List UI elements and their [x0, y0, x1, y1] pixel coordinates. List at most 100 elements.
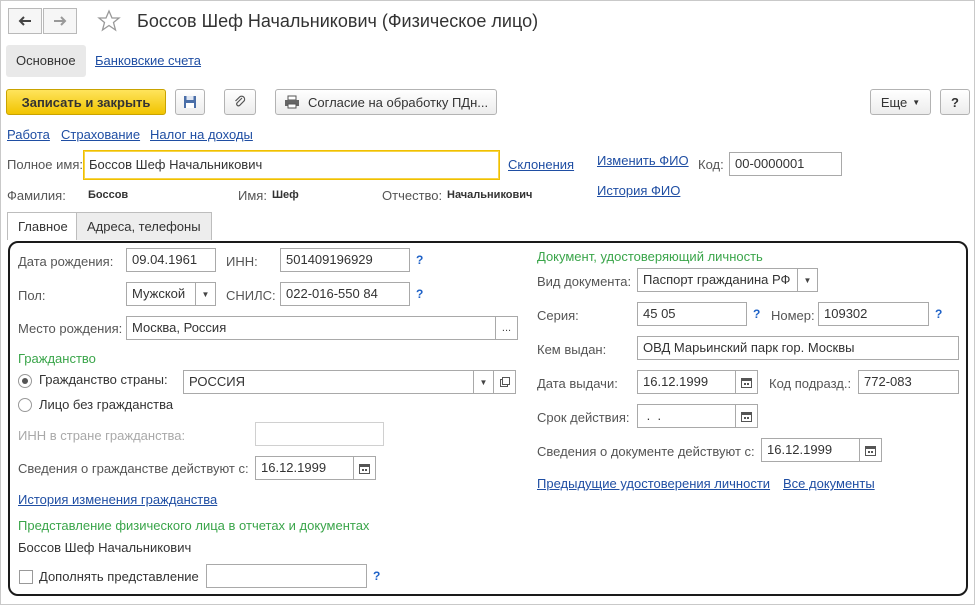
birth-date-input[interactable]: 09.04.1961 — [126, 248, 216, 272]
dept-code-input[interactable]: 772-083 — [858, 370, 959, 394]
doc-since-calendar-button[interactable] — [860, 438, 882, 462]
consent-pd-label: Согласие на обработку ПДн... — [308, 94, 489, 110]
snils-help-icon[interactable]: ? — [416, 287, 423, 301]
inn-label: ИНН: — [226, 254, 258, 269]
more-label: Еще — [880, 94, 908, 110]
issue-date-calendar-button[interactable] — [736, 370, 758, 394]
issued-by-input[interactable]: ОВД Марьинский парк гор. Москвы — [637, 336, 959, 360]
series-input[interactable]: 45 05 — [637, 302, 747, 326]
more-button[interactable]: Еще ▼ — [870, 89, 931, 115]
name-label: Имя: — [238, 188, 267, 203]
citizenship-since-input[interactable]: 16.12.1999 — [255, 456, 354, 480]
calendar-icon — [865, 445, 876, 456]
link-income-tax[interactable]: Налог на доходы — [150, 127, 253, 142]
consent-pd-button[interactable]: Согласие на обработку ПДн... — [275, 89, 497, 115]
back-button[interactable] — [8, 8, 42, 34]
all-documents-link[interactable]: Все документы — [783, 476, 875, 491]
number-help-icon[interactable]: ? — [935, 307, 942, 321]
code-label: Код: — [698, 157, 724, 172]
gender-label: Пол: — [18, 288, 46, 303]
tab-addresses-phones[interactable]: Адреса, телефоны — [76, 212, 212, 240]
code-input[interactable]: 00-0000001 — [729, 152, 842, 176]
supplement-representation-input[interactable] — [206, 564, 367, 588]
stateless-label: Лицо без гражданства — [39, 397, 174, 412]
inn-input[interactable]: 501409196929 — [280, 248, 410, 272]
issue-date-label: Дата выдачи: — [537, 376, 618, 391]
doc-type-select[interactable]: Паспорт гражданина РФ — [637, 268, 798, 292]
birthplace-label: Место рождения: — [18, 321, 123, 336]
issued-by-label: Кем выдан: — [537, 342, 607, 357]
doc-type-dropdown-button[interactable]: ▼ — [798, 268, 818, 292]
gender-select[interactable]: Мужской — [126, 282, 196, 306]
chevron-down-icon: ▼ — [803, 275, 812, 285]
number-input[interactable]: 109302 — [818, 302, 929, 326]
citizenship-history-link[interactable]: История изменения гражданства — [18, 492, 217, 507]
paperclip-icon — [235, 95, 246, 107]
gender-dropdown-button[interactable]: ▼ — [196, 282, 216, 306]
valid-until-calendar-button[interactable] — [736, 404, 758, 428]
inn-country-label: ИНН в стране гражданства: — [18, 428, 186, 443]
birth-date-label: Дата рождения: — [18, 254, 114, 269]
valid-until-input[interactable]: . . — [637, 404, 736, 428]
chevron-down-icon: ▼ — [201, 289, 210, 299]
nav-tab-main[interactable]: Основное — [6, 45, 86, 77]
save-and-close-button[interactable]: Записать и закрыть — [6, 89, 166, 115]
surname-label: Фамилия: — [7, 188, 66, 203]
fullname-input[interactable]: Боссов Шеф Начальникович — [83, 150, 500, 180]
favorite-star-icon[interactable] — [97, 9, 121, 36]
snils-input[interactable]: 022-016-550 84 — [280, 282, 410, 306]
doc-since-label: Сведения о документе действуют с: — [537, 444, 755, 459]
supplement-representation-label: Дополнять представление — [39, 569, 199, 584]
doc-type-label: Вид документа: — [537, 274, 632, 289]
change-fio-link[interactable]: Изменить ФИО — [597, 153, 689, 168]
forward-button[interactable] — [43, 8, 77, 34]
series-help-icon[interactable]: ? — [753, 307, 760, 321]
patronymic-label: Отчество: — [382, 188, 443, 203]
document-section-title: Документ, удостоверяющий личность — [537, 249, 763, 264]
inn-country-input — [255, 422, 384, 446]
citizenship-section-title: Гражданство — [18, 351, 96, 366]
birthplace-select-button[interactable]: ... — [496, 316, 518, 340]
save-button[interactable] — [175, 89, 205, 115]
chevron-down-icon: ▼ — [912, 97, 921, 107]
declensions-link[interactable]: Склонения — [508, 157, 574, 172]
snils-label: СНИЛС: — [226, 288, 276, 303]
supplement-help-icon[interactable]: ? — [373, 569, 380, 583]
supplement-representation-checkbox[interactable] — [19, 570, 33, 584]
stateless-radio[interactable] — [18, 398, 32, 412]
dept-code-label: Код подразд.: — [769, 376, 852, 391]
fullname-label: Полное имя: — [7, 157, 83, 172]
inn-help-icon[interactable]: ? — [416, 253, 423, 267]
country-open-button[interactable] — [494, 370, 516, 394]
country-dropdown-button[interactable]: ▼ — [474, 370, 494, 394]
valid-until-label: Срок действия: — [537, 410, 630, 425]
representation-value: Боссов Шеф Начальникович — [18, 540, 192, 555]
calendar-icon — [741, 411, 752, 422]
calendar-icon — [359, 463, 370, 474]
citizenship-country-input[interactable]: РОССИЯ — [183, 370, 474, 394]
nav-link-bank-accounts[interactable]: Банковские счета — [95, 53, 201, 68]
name-value: Шеф — [272, 189, 299, 201]
arrow-right-icon — [54, 16, 67, 26]
window-title: Боссов Шеф Начальникович (Физическое лиц… — [137, 11, 539, 31]
patronymic-value: Начальникович — [447, 189, 533, 201]
link-insurance[interactable]: Страхование — [61, 127, 140, 142]
open-form-icon — [499, 377, 510, 387]
help-button[interactable]: ? — [940, 89, 970, 115]
chevron-down-icon: ▼ — [479, 377, 488, 387]
citizenship-since-calendar-button[interactable] — [354, 456, 376, 480]
calendar-icon — [741, 377, 752, 388]
doc-since-input[interactable]: 16.12.1999 — [761, 438, 860, 462]
country-citizenship-label: Гражданство страны: — [39, 372, 168, 387]
floppy-disk-icon — [184, 96, 196, 108]
birthplace-input[interactable]: Москва, Россия — [126, 316, 496, 340]
representation-section-title: Представление физического лица в отчетах… — [18, 518, 370, 533]
history-fio-link[interactable]: История ФИО — [597, 183, 680, 198]
link-work[interactable]: Работа — [7, 127, 50, 142]
tab-main[interactable]: Главное — [7, 212, 79, 240]
arrow-left-icon — [18, 16, 31, 26]
issue-date-input[interactable]: 16.12.1999 — [637, 370, 736, 394]
country-citizenship-radio[interactable] — [18, 374, 32, 388]
previous-ids-link[interactable]: Предыдущие удостоверения личности — [537, 476, 770, 491]
attach-button[interactable] — [224, 89, 256, 115]
